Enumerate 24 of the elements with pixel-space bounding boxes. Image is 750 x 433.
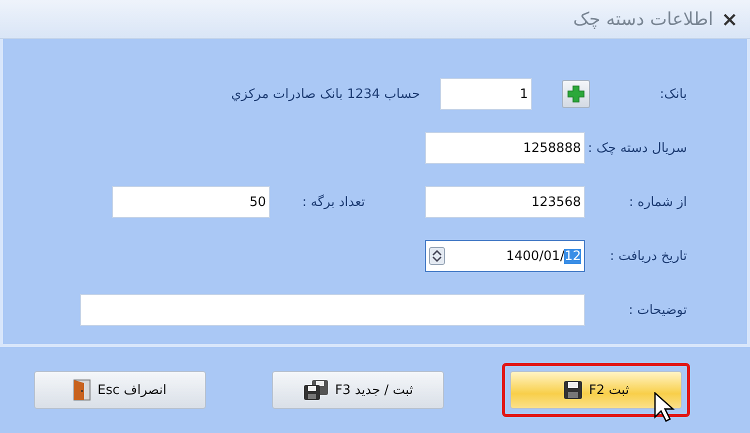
field-label: بانک: [658, 86, 687, 102]
number-field[interactable]: 123568 [425, 186, 585, 218]
serial-field[interactable]: 1258888 [425, 132, 585, 164]
window-title: اطلاعات دسته چک [573, 8, 714, 30]
floppy-disks-icon [302, 379, 329, 401]
bank-field[interactable]: 1 [440, 78, 532, 110]
action-button[interactable]: ثبت / جديد F3 [272, 371, 444, 409]
cursor-icon [654, 392, 676, 422]
plus-icon [567, 85, 585, 103]
add-button[interactable] [562, 80, 590, 108]
field-label: سريال دسته چک : [586, 140, 687, 156]
description-field[interactable] [80, 294, 585, 326]
field-label: توضيحات : [628, 302, 687, 318]
close-button[interactable]: × [721, 7, 738, 31]
action-button[interactable]: انصراف Esc [34, 371, 206, 409]
spinner-icon[interactable] [429, 247, 445, 265]
field-label: تاريخ دريافت : [608, 248, 687, 264]
selected-text: 12 [564, 248, 581, 264]
field-label: تعداد برگه : [301, 194, 365, 210]
bank-account-text: حساب 1234 بانک صادرات مرکزي [231, 86, 420, 102]
field-label: از شماره : [628, 194, 687, 210]
door-icon [73, 379, 92, 401]
date-field[interactable]: 1400/01/12 [425, 240, 585, 272]
count-field[interactable]: 50 [112, 186, 270, 218]
